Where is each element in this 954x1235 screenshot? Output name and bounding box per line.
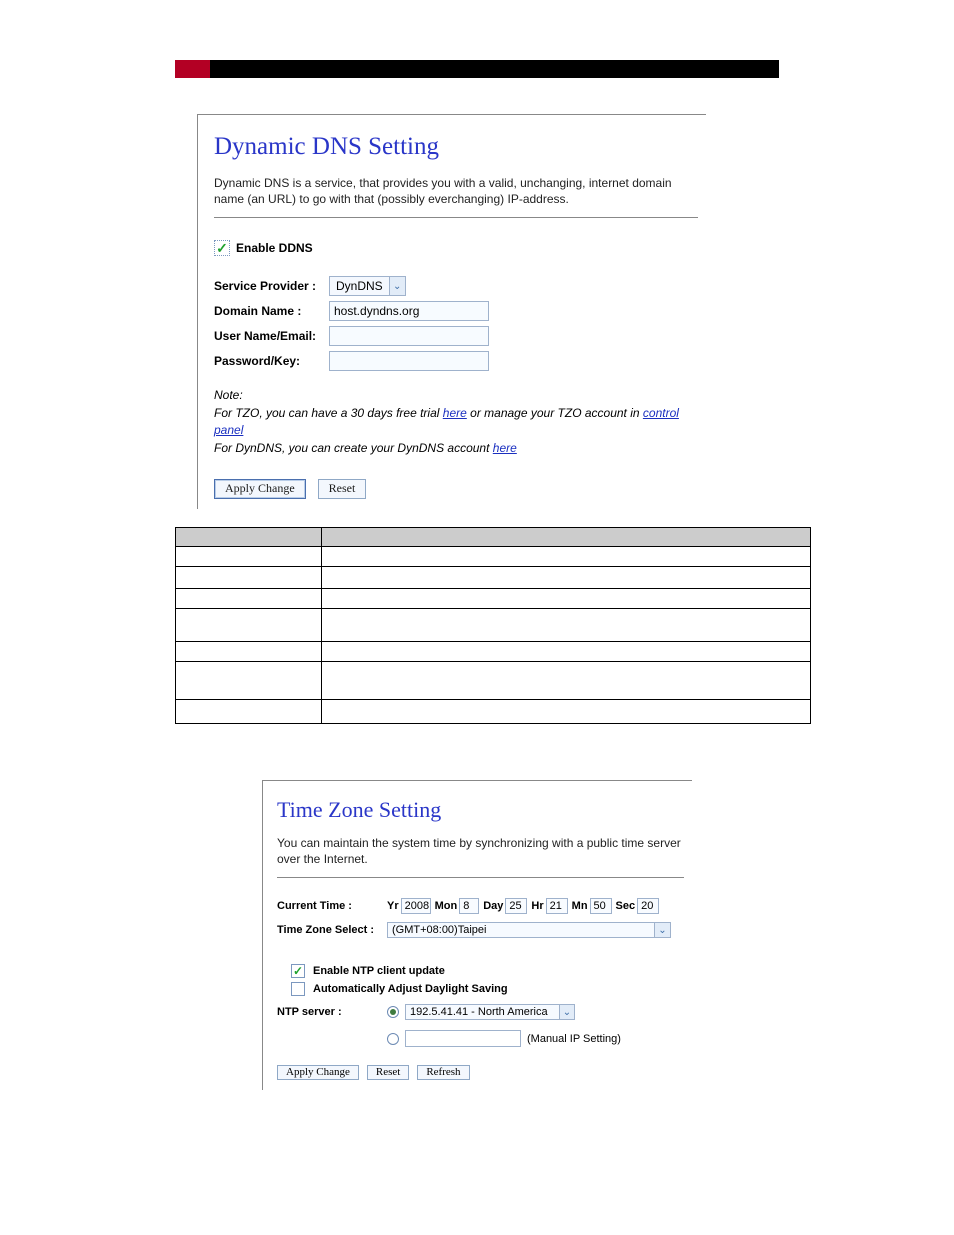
- ntp-server-value: 192.5.41.41 - North America: [406, 1005, 559, 1019]
- table-cell: [176, 699, 322, 723]
- dst-checkbox[interactable]: ✓: [291, 982, 305, 996]
- table-cell: [176, 641, 322, 661]
- table-header: [322, 527, 811, 546]
- parameters-table: [175, 527, 811, 724]
- current-time-label: Current Time :: [277, 900, 387, 912]
- chevron-down-icon: ⌄: [559, 1005, 574, 1019]
- table-cell: [322, 661, 811, 699]
- enable-ddns-checkbox[interactable]: ✓: [214, 240, 230, 256]
- service-provider-label: Service Provider :: [214, 279, 329, 293]
- month-input[interactable]: 8: [459, 898, 479, 914]
- second-label: Sec: [616, 900, 636, 912]
- password-label: Password/Key:: [214, 354, 329, 368]
- tzo-trial-link[interactable]: here: [443, 406, 467, 420]
- table-cell: [322, 641, 811, 661]
- month-label: Mon: [435, 900, 458, 912]
- divider: [214, 217, 698, 218]
- refresh-button[interactable]: Refresh: [417, 1065, 469, 1080]
- enable-ntp-label: Enable NTP client update: [313, 965, 445, 977]
- second-input[interactable]: 20: [637, 898, 659, 914]
- service-provider-value: DynDNS: [330, 279, 389, 293]
- chevron-down-icon: ⌄: [389, 277, 405, 295]
- day-input[interactable]: 25: [505, 898, 527, 914]
- table-cell: [176, 588, 322, 608]
- table-cell: [322, 588, 811, 608]
- reset-button[interactable]: Reset: [367, 1065, 409, 1080]
- enable-ddns-label: Enable DDNS: [236, 241, 313, 255]
- username-input[interactable]: [329, 326, 489, 346]
- table-cell: [176, 661, 322, 699]
- timezone-screenshot: Time Zone Setting You can maintain the s…: [262, 780, 692, 1090]
- table-header: [176, 527, 322, 546]
- year-label: Yr: [387, 900, 399, 912]
- table-cell: [322, 546, 811, 566]
- tz-description: You can maintain the system time by sync…: [277, 835, 684, 867]
- ddns-screenshot: Dynamic DNS Setting Dynamic DNS is a ser…: [197, 114, 706, 509]
- ddns-note: Note: For TZO, you can have a 30 days fr…: [214, 387, 698, 457]
- table-cell: [176, 608, 322, 641]
- reset-button[interactable]: Reset: [318, 479, 367, 499]
- hour-input[interactable]: 21: [546, 898, 568, 914]
- day-label: Day: [483, 900, 503, 912]
- chevron-down-icon: ⌄: [654, 923, 670, 937]
- minute-input[interactable]: 50: [590, 898, 612, 914]
- header-bar: [175, 60, 779, 78]
- tz-title: Time Zone Setting: [277, 797, 684, 823]
- table-cell: [176, 546, 322, 566]
- ddns-description: Dynamic DNS is a service, that provides …: [214, 175, 698, 207]
- tz-select[interactable]: (GMT+08:00)Taipei ⌄: [387, 922, 671, 938]
- ddns-title: Dynamic DNS Setting: [214, 133, 698, 161]
- tz-select-label: Time Zone Select :: [277, 924, 387, 936]
- ntp-server-label: NTP server :: [277, 1006, 387, 1018]
- table-cell: [322, 699, 811, 723]
- apply-change-button[interactable]: Apply Change: [214, 479, 306, 499]
- table-cell: [322, 608, 811, 641]
- dst-label: Automatically Adjust Daylight Saving: [313, 983, 508, 995]
- domain-name-input[interactable]: [329, 301, 489, 321]
- ntp-manual-input[interactable]: [405, 1030, 521, 1047]
- ntp-manual-radio[interactable]: [387, 1033, 399, 1045]
- apply-change-button[interactable]: Apply Change: [277, 1065, 359, 1080]
- year-input[interactable]: 2008: [401, 898, 431, 914]
- service-provider-select[interactable]: DynDNS ⌄: [329, 276, 406, 296]
- minute-label: Mn: [572, 900, 588, 912]
- ntp-server-select[interactable]: 192.5.41.41 - North America ⌄: [405, 1004, 575, 1020]
- enable-ntp-checkbox[interactable]: ✓: [291, 964, 305, 978]
- tz-select-value: (GMT+08:00)Taipei: [388, 923, 654, 937]
- hour-label: Hr: [531, 900, 543, 912]
- manual-ip-label: (Manual IP Setting): [527, 1033, 621, 1045]
- domain-name-label: Domain Name :: [214, 304, 329, 318]
- username-label: User Name/Email:: [214, 329, 329, 343]
- table-cell: [176, 566, 322, 588]
- password-input[interactable]: [329, 351, 489, 371]
- divider: [277, 877, 684, 878]
- dyndns-create-link[interactable]: here: [493, 441, 517, 455]
- ntp-preset-radio[interactable]: [387, 1006, 399, 1018]
- table-cell: [322, 566, 811, 588]
